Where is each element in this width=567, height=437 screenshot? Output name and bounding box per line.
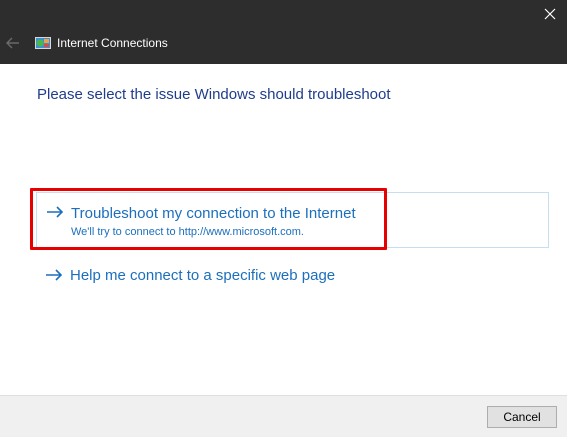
back-button[interactable] — [5, 35, 21, 51]
window-title: Internet Connections — [57, 36, 168, 50]
instruction-heading: Please select the issue Windows should t… — [37, 86, 391, 103]
close-button[interactable] — [533, 0, 567, 28]
internet-connections-icon — [35, 37, 51, 49]
cancel-button[interactable]: Cancel — [487, 406, 557, 428]
arrow-right-icon — [46, 269, 63, 281]
highlight-box — [30, 188, 387, 250]
close-icon — [544, 8, 556, 20]
back-arrow-icon — [6, 37, 19, 49]
connect-specific-page-option[interactable]: Help me connect to a specific web page — [36, 258, 549, 292]
main-content: Please select the issue Windows should t… — [0, 64, 567, 395]
option-title: Help me connect to a specific web page — [70, 267, 336, 284]
footer-bar: Cancel — [0, 395, 567, 437]
title-bar: Internet Connections — [0, 0, 567, 64]
